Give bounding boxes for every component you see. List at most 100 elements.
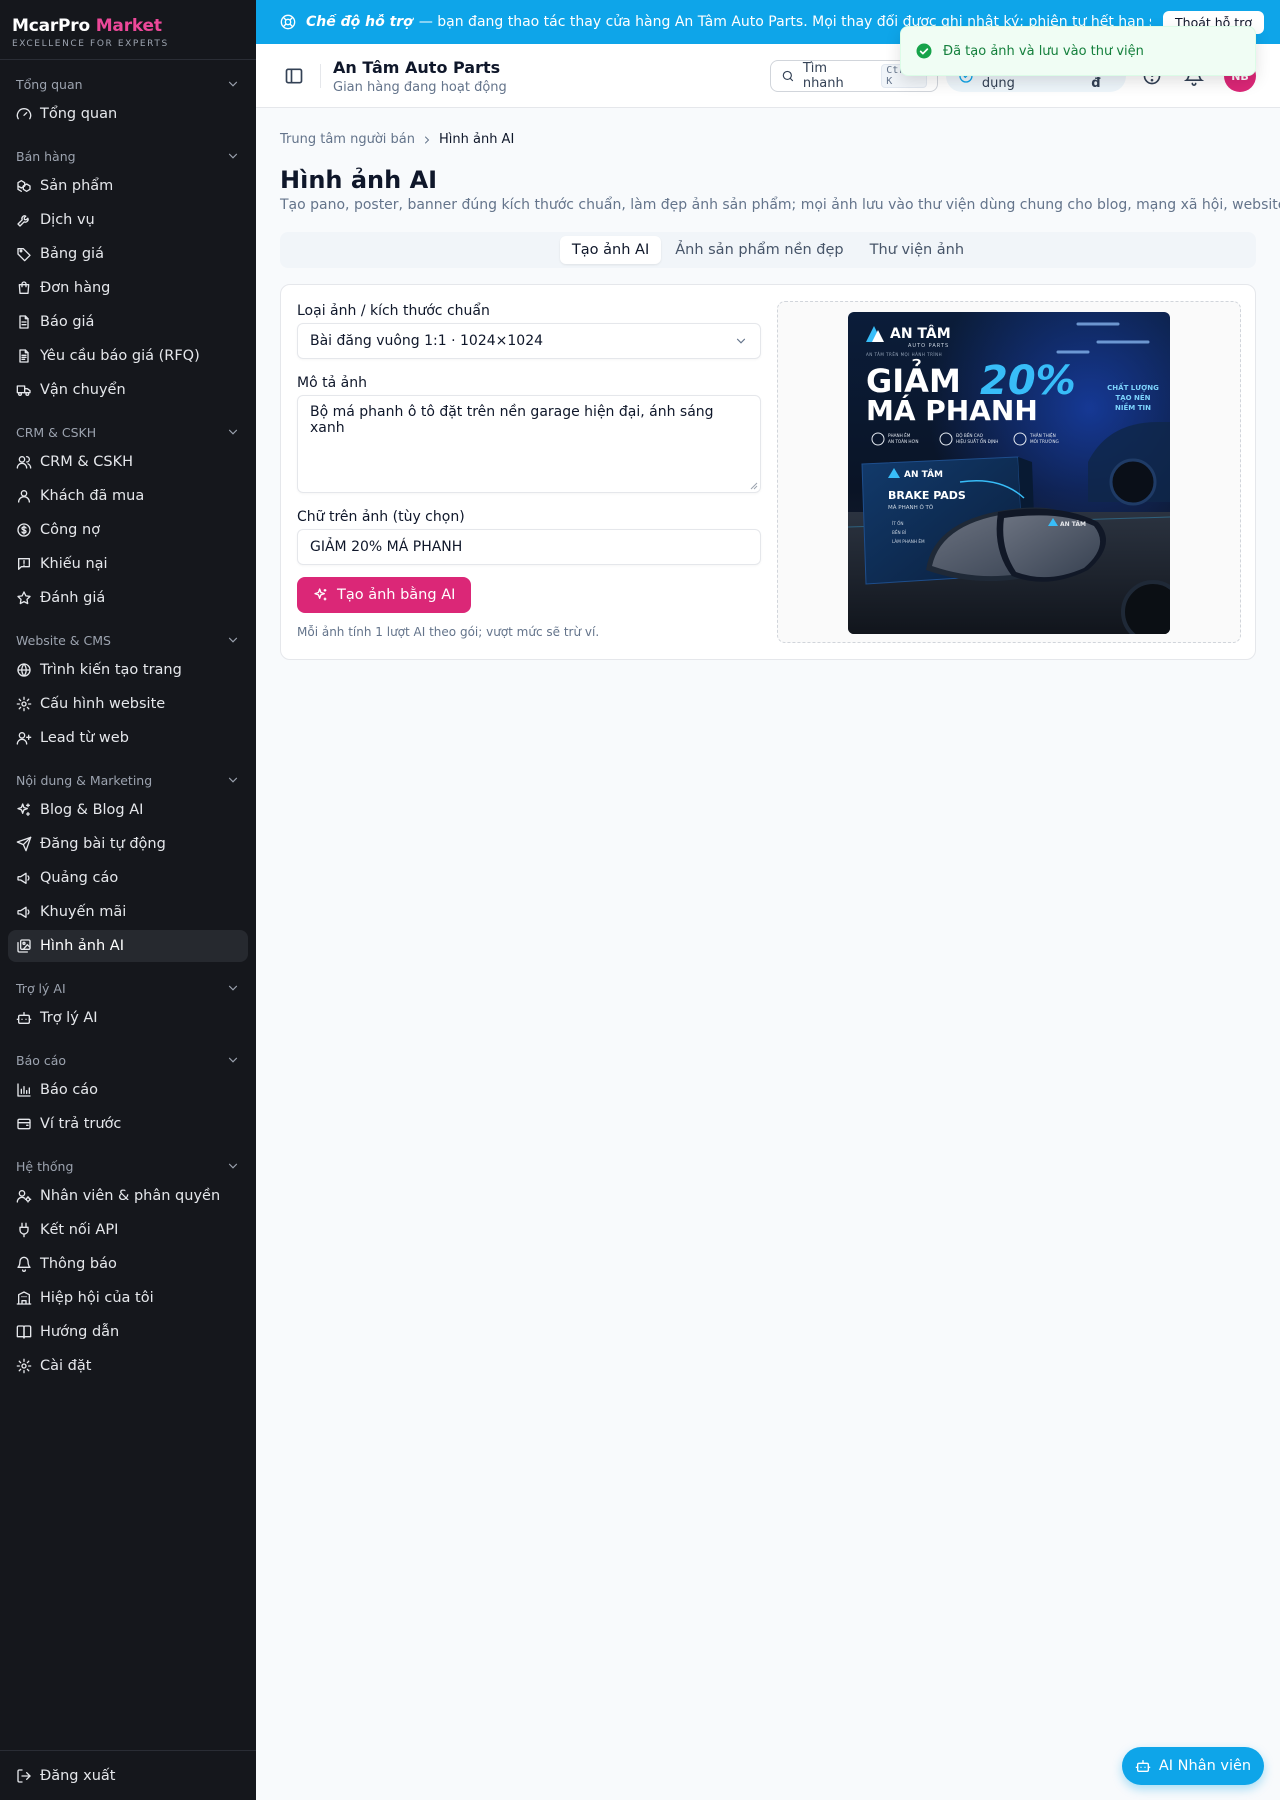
- poster-box-sub: MÁ PHANH Ô TÔ: [888, 504, 934, 511]
- poster-box-bullet-1: ÍT ỒN: [892, 521, 904, 526]
- sidebar-item-tro-ly-ai[interactable]: Trợ lý AI: [8, 1002, 248, 1034]
- poster-pad-brand: AN TÂM: [1060, 521, 1086, 528]
- sidebar-item-khuyen-mai[interactable]: Khuyến mãi: [8, 896, 248, 928]
- sidebar-item-label: Tổng quan: [40, 106, 118, 122]
- sidebar-group-tro-ly-ai[interactable]: Trợ lý AI: [0, 976, 256, 1000]
- sidebar-item-yeu-cau-bao-gia-rfq[interactable]: Yêu cầu báo giá (RFQ): [8, 340, 248, 372]
- poster-side-text-1: CHẤT LƯỢNG: [1107, 382, 1159, 392]
- brand-name: McarPro Market: [12, 16, 162, 36]
- header-divider: [320, 64, 321, 88]
- sidebar-group-noi-dung-marketing[interactable]: Nội dung & Marketing: [0, 768, 256, 792]
- overlay-text-input[interactable]: GIẢM 20% MÁ PHANH: [297, 529, 761, 565]
- sidebar-item-crm-cskh[interactable]: CRM & CSKH: [8, 446, 248, 478]
- shopping-bag-icon: [18, 281, 30, 294]
- page-title: Hình ảnh AI: [280, 166, 438, 194]
- sidebar-item-huong-dan[interactable]: Hướng dẫn: [8, 1316, 248, 1348]
- chevron-down-icon: [228, 985, 238, 991]
- images-icon: [17, 939, 31, 953]
- sidebar-item-khieu-nai[interactable]: Khiếu nại: [8, 548, 248, 580]
- sidebar-item-label: Yêu cầu báo giá (RFQ): [40, 348, 200, 364]
- resize-handle-icon[interactable]: [750, 482, 758, 490]
- sidebar-item-thong-bao[interactable]: Thông báo: [8, 1248, 248, 1280]
- sidebar-item-cong-no[interactable]: Công nợ: [8, 514, 248, 546]
- megaphone-icon: [17, 906, 30, 918]
- sidebar-item-bang-gia[interactable]: Bảng giá: [8, 238, 248, 270]
- sidebar-item-ket-noi-api[interactable]: Kết nối API: [8, 1214, 248, 1246]
- poster-box-brand: AN TÂM: [904, 468, 943, 480]
- sidebar-group-ban-hang[interactable]: Bán hàng: [0, 144, 256, 168]
- sidebar-item-quang-cao[interactable]: Quảng cáo: [8, 862, 248, 894]
- tab-product-background[interactable]: Ảnh sản phẩm nền đẹp: [663, 236, 855, 264]
- description-textarea[interactable]: Bộ má phanh ô tô đặt trên nền garage hiệ…: [297, 395, 761, 493]
- lifebuoy-icon: [280, 14, 296, 30]
- sidebar-group-he-thong[interactable]: Hệ thống: [0, 1154, 256, 1178]
- gear-icon: [16, 696, 32, 712]
- sidebar-item-san-pham[interactable]: Sản phẩm: [8, 170, 248, 202]
- poster-brand-sub: AUTO PARTS: [908, 343, 949, 349]
- sidebar-item-bao-cao[interactable]: Báo cáo: [8, 1074, 248, 1106]
- sidebar-group-crm-cskh[interactable]: CRM & CSKH: [0, 420, 256, 444]
- sidebar-item-cau-hinh-website[interactable]: Cấu hình website: [8, 688, 248, 720]
- poster-box-bullet-2: BỀN BỈ: [892, 530, 907, 535]
- sidebar-group-title: Tổng quan: [16, 76, 83, 92]
- sidebar-item-hinh-anh-ai[interactable]: Hình ảnh AI: [8, 930, 248, 962]
- chevron-down-icon: [228, 1057, 238, 1063]
- sidebar-item-nhan-vien-phan-quyen[interactable]: Nhân viên & phân quyền: [8, 1180, 248, 1212]
- sidebar-group-tong-quan[interactable]: Tổng quan: [0, 72, 256, 96]
- sidebar-toggle-icon[interactable]: [284, 66, 304, 86]
- tab-image-library[interactable]: Thư viện ảnh: [858, 236, 976, 264]
- check-circle-icon: [916, 43, 932, 59]
- sidebar-item-label: Sản phẩm: [40, 178, 114, 194]
- sidebar: McarPro Market EXCELLENCE FOR EXPERTS Tổ…: [0, 0, 256, 1800]
- sidebar-group-bao-cao[interactable]: Báo cáo: [0, 1048, 256, 1072]
- search-label: Tìm nhanh: [802, 61, 844, 91]
- sidebar-item-bao-gia[interactable]: Báo giá: [8, 306, 248, 338]
- banner-title: Chế độ hỗ trợ: [306, 14, 413, 30]
- brand-logo[interactable]: McarPro Market EXCELLENCE FOR EXPERTS: [0, 0, 256, 60]
- sidebar-group-website-cms[interactable]: Website & CMS: [0, 628, 256, 652]
- create-image-form: Loại ảnh / kích thước chuẩn Bài đăng vuô…: [297, 301, 761, 639]
- sidebar-group-title: Trợ lý AI: [16, 980, 66, 996]
- gear-icon: [16, 1358, 32, 1374]
- breadcrumb-parent[interactable]: Trung tâm người bán: [280, 132, 415, 147]
- chevron-down-icon: [228, 1163, 238, 1169]
- sparkles-icon: [17, 803, 30, 816]
- usage-hint: Mỗi ảnh tính 1 lượt AI theo gói; vượt mứ…: [297, 625, 600, 639]
- sidebar-group-title: Bán hàng: [16, 148, 76, 164]
- sidebar-item-cai-dat[interactable]: Cài đặt: [8, 1350, 248, 1382]
- tab-create-ai-image[interactable]: Tạo ảnh AI: [559, 236, 662, 264]
- chevron-right-icon: [424, 136, 430, 143]
- generate-ai-image-button[interactable]: Tạo ảnh bằng AI: [297, 577, 472, 613]
- image-type-select[interactable]: Bài đăng vuông 1:1 · 1024×1024: [297, 323, 761, 359]
- ai-assistant-label: AI Nhân viên: [1158, 1758, 1252, 1774]
- sidebar-item-tong-quan[interactable]: Tổng quan: [8, 98, 248, 130]
- sidebar-item-van-chuyen[interactable]: Vận chuyển: [8, 374, 248, 406]
- sidebar-item-lead-tu-web[interactable]: Lead từ web: [8, 722, 248, 754]
- sidebar-item-danh-gia[interactable]: Đánh giá: [8, 582, 248, 614]
- store-status: Gian hàng đang hoạt động: [333, 80, 507, 95]
- logout-button[interactable]: Đăng xuất: [8, 1760, 248, 1792]
- ai-assistant-button[interactable]: AI Nhân viên: [1122, 1747, 1264, 1785]
- sidebar-item-label: Đăng bài tự động: [40, 836, 166, 852]
- poster-side-text-3: NIỀM TIN: [1115, 402, 1151, 412]
- sidebar-item-don-hang[interactable]: Đơn hàng: [8, 272, 248, 304]
- truck-icon: [16, 385, 31, 396]
- generated-poster-image[interactable]: AN TÂM AUTO PARTS AN TÂM TRÊN MỌI HÀNH T…: [848, 312, 1170, 634]
- sidebar-item-dich-vu[interactable]: Dịch vụ: [8, 204, 248, 236]
- poster-feature-2a: ĐỘ BỀN CAO: [956, 433, 984, 438]
- sidebar-item-dang-bai-tu-dong[interactable]: Đăng bài tự động: [8, 828, 248, 860]
- sidebar-item-hiep-hoi-cua-toi[interactable]: Hiệp hội của tôi: [8, 1282, 248, 1314]
- chevron-down-icon: [736, 338, 746, 344]
- sidebar-item-label: Đánh giá: [40, 590, 106, 606]
- sidebar-item-vi-tra-truoc[interactable]: Ví trả trước: [8, 1108, 248, 1140]
- megaphone-icon: [17, 872, 30, 884]
- chevron-down-icon: [228, 153, 238, 159]
- sidebar-item-label: Nhân viên & phân quyền: [40, 1188, 221, 1204]
- sidebar-item-label: Thông báo: [40, 1256, 117, 1272]
- sidebar-item-trinh-kien-tao-trang[interactable]: Trình kiến tạo trang: [8, 654, 248, 686]
- sidebar-item-label: Khuyến mãi: [40, 904, 127, 920]
- sidebar-item-blog-blog-ai[interactable]: Blog & Blog AI: [8, 794, 248, 826]
- sidebar-item-khach-da-mua[interactable]: Khách đã mua: [8, 480, 248, 512]
- user-cog-icon: [16, 1190, 32, 1203]
- users-icon: [16, 456, 32, 469]
